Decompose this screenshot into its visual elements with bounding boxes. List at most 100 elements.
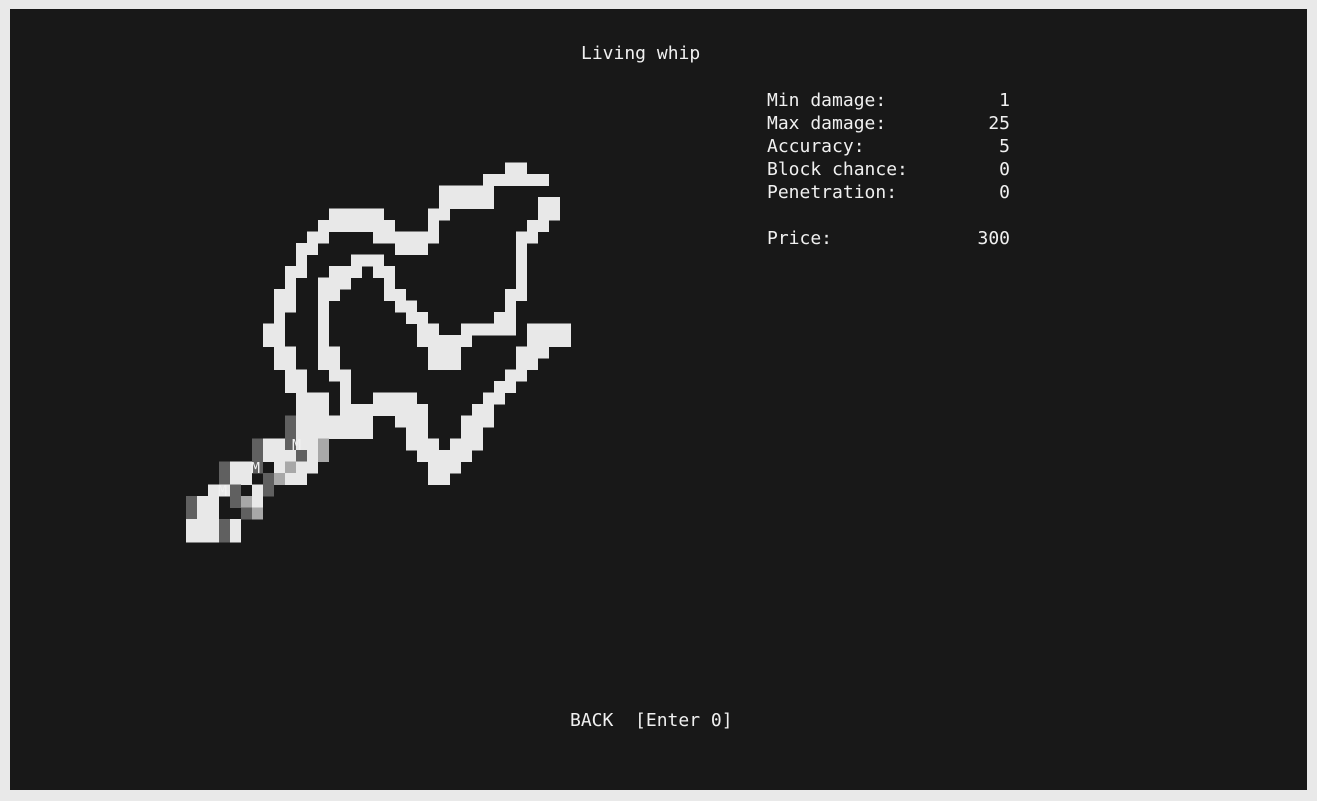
whip-pixel-run bbox=[428, 461, 461, 474]
stat-row-penetration: Penetration: 0 bbox=[767, 181, 1010, 204]
whip-pixel-run bbox=[373, 392, 417, 405]
stat-label: Accuracy: bbox=[767, 136, 865, 157]
whip-pixel-run bbox=[241, 496, 252, 508]
whip-pixel-run bbox=[285, 266, 307, 278]
stat-row-price: Price: 300 bbox=[767, 227, 1010, 250]
whip-pixel-run bbox=[230, 484, 241, 497]
whip-pixel-run bbox=[274, 289, 296, 301]
whip-pixel-run bbox=[296, 392, 329, 405]
whip-pixel-run bbox=[340, 404, 362, 416]
whip-pixel-run bbox=[219, 530, 230, 543]
whip-pixel-run bbox=[307, 450, 318, 462]
art-glyph: M bbox=[217, 482, 228, 500]
whip-pixel-run bbox=[318, 220, 395, 232]
whip-pixel-run bbox=[285, 473, 307, 485]
whip-pixel-run bbox=[186, 530, 219, 543]
whip-pixel-run bbox=[494, 381, 516, 393]
whip-pixel-run bbox=[417, 231, 439, 244]
whip-pixel-run bbox=[494, 312, 516, 324]
whip-pixel-run bbox=[406, 438, 439, 451]
back-option[interactable]: BACK [Enter 0] bbox=[570, 709, 733, 732]
whip-pixel-run bbox=[439, 197, 494, 209]
whip-pixel-run bbox=[505, 162, 527, 175]
whip-pixel-run bbox=[340, 392, 351, 405]
stat-row-accuracy: Accuracy: 5 bbox=[767, 135, 1010, 158]
whip-pixel-run bbox=[549, 323, 571, 336]
whip-pixel-run bbox=[197, 507, 219, 520]
whip-pixel-run bbox=[252, 484, 263, 497]
whip-pixel-run bbox=[318, 358, 340, 370]
stat-label: Min damage: bbox=[767, 90, 887, 111]
whip-pixel-run bbox=[406, 427, 428, 439]
whip-pixel-run bbox=[296, 404, 329, 416]
whip-pixel-run bbox=[274, 300, 296, 313]
back-label[interactable]: BACK bbox=[570, 710, 613, 731]
stat-label: Block chance: bbox=[767, 159, 908, 180]
whip-pixel-run bbox=[461, 427, 483, 439]
whip-pixel-run bbox=[483, 174, 549, 186]
whip-pixel-run bbox=[329, 369, 351, 382]
whip-pixel-run bbox=[296, 415, 373, 428]
whip-pixel-run bbox=[472, 404, 494, 416]
whip-pixel-run bbox=[428, 208, 450, 221]
whip-pixel-run bbox=[318, 346, 340, 359]
whip-pixel-run bbox=[285, 277, 296, 290]
whip-pixel-run bbox=[461, 415, 494, 428]
whip-pixel-run bbox=[516, 266, 527, 278]
whip-pixel-run bbox=[241, 507, 252, 520]
whip-pixel-run bbox=[318, 277, 351, 290]
whip-pixel-run bbox=[516, 346, 549, 359]
whip-pixel-run bbox=[450, 438, 483, 451]
whip-pixel-run bbox=[230, 519, 241, 531]
price-label: Price: bbox=[767, 228, 833, 249]
whip-pixel-run bbox=[285, 381, 307, 393]
whip-pixel-run bbox=[296, 254, 307, 267]
whip-pixel-run bbox=[296, 427, 373, 439]
whip-pixel-run bbox=[263, 438, 285, 451]
whip-pixel-run bbox=[516, 231, 538, 244]
whip-pixel-run bbox=[263, 323, 285, 336]
whip-pixel-run bbox=[329, 208, 384, 221]
whip-pixel-run bbox=[417, 335, 450, 347]
stat-value: 0 bbox=[999, 159, 1010, 180]
whip-pixel-run bbox=[428, 473, 450, 485]
stat-value: 1 bbox=[999, 90, 1010, 111]
whip-pixel-run bbox=[527, 323, 549, 336]
whip-pixel-run bbox=[417, 450, 472, 462]
whip-pixel-run bbox=[285, 415, 296, 428]
whip-pixel-run bbox=[351, 254, 384, 267]
whip-pixel-run bbox=[318, 335, 329, 347]
whip-pixel-run bbox=[527, 220, 549, 232]
whip-pixel-run bbox=[252, 438, 263, 451]
whip-pixel-run bbox=[252, 507, 263, 520]
whip-pixel-run bbox=[417, 323, 439, 336]
whip-pixel-run bbox=[428, 220, 439, 232]
whip-pixel-run bbox=[384, 277, 395, 290]
whip-pixel-run bbox=[538, 197, 560, 209]
price-value: 300 bbox=[977, 228, 1010, 249]
whip-pixel-run bbox=[274, 473, 285, 485]
whip-pixel-run bbox=[219, 461, 230, 474]
whip-pixel-run bbox=[318, 323, 329, 336]
whip-pixel-run bbox=[285, 369, 307, 382]
whip-pixel-run bbox=[307, 231, 329, 244]
item-pixel-art: M M M bbox=[10, 9, 1307, 790]
whip-pixel-run bbox=[318, 300, 329, 313]
whip-pixel-run bbox=[274, 358, 296, 370]
whip-pixel-run bbox=[428, 358, 461, 370]
whip-pixel-run bbox=[263, 335, 285, 347]
whip-pixel-run bbox=[296, 461, 318, 474]
whip-pixel-run bbox=[318, 289, 340, 301]
whip-pixel-run bbox=[197, 496, 219, 508]
whip-pixel-run bbox=[263, 484, 274, 497]
whip-pixel-run bbox=[538, 208, 560, 221]
whip-pixel-run bbox=[285, 461, 296, 474]
whip-pixel-run bbox=[505, 369, 527, 382]
whip-pixel-run bbox=[329, 266, 362, 278]
whip-pixel-run bbox=[274, 461, 285, 474]
stat-value: 0 bbox=[999, 182, 1010, 203]
stat-row-min-damage: Min damage: 1 bbox=[767, 89, 1010, 112]
whip-pixel-run bbox=[461, 323, 516, 336]
whip-pixel-run bbox=[230, 496, 241, 508]
whip-pixel-run bbox=[505, 300, 516, 313]
